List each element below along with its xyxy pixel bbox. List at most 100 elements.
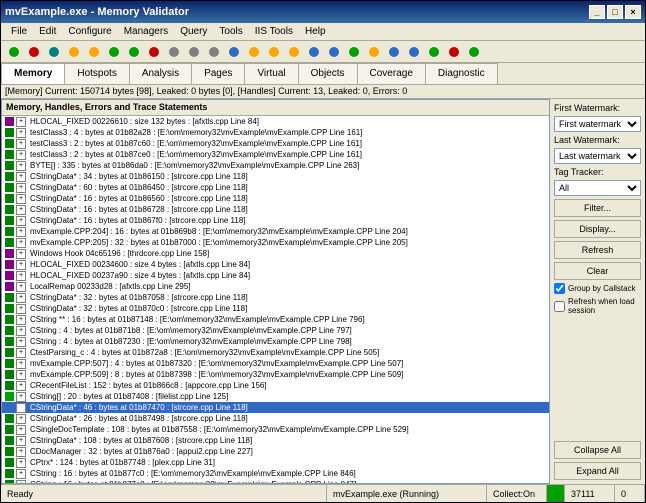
expand-icon[interactable]: + bbox=[16, 260, 26, 270]
menu-tools[interactable]: Tools bbox=[213, 24, 248, 39]
list-row[interactable]: +CString[] : 20 : bytes at 01b87408 : [f… bbox=[2, 391, 549, 402]
expand-icon[interactable]: + bbox=[16, 381, 26, 391]
tool2-icon[interactable] bbox=[185, 43, 203, 61]
list-row[interactable]: +HLOCAL_FIXED 00234600 : size 4 bytes : … bbox=[2, 259, 549, 270]
ok-icon[interactable] bbox=[345, 43, 363, 61]
expand-icon[interactable]: + bbox=[16, 249, 26, 259]
tab-objects[interactable]: Objects bbox=[298, 63, 358, 84]
refresh-load-checkbox[interactable]: Refresh when load session bbox=[554, 297, 641, 315]
list-row[interactable]: +CSingleDocTemplate : 108 : bytes at 01b… bbox=[2, 424, 549, 435]
expand-icon[interactable]: + bbox=[16, 436, 26, 446]
expand-icon[interactable]: + bbox=[16, 304, 26, 314]
list-row[interactable]: +testClass3 : 4 : bytes at 01b82a28 : [E… bbox=[2, 127, 549, 138]
list-row[interactable]: +CPtrx* : 124 : bytes at 01b87748 : [ple… bbox=[2, 457, 549, 468]
list-row[interactable]: +CString : 16 : bytes at 01b877a8 : [E:\… bbox=[2, 479, 549, 483]
expand-icon[interactable]: + bbox=[16, 128, 26, 138]
expand-icon[interactable]: + bbox=[16, 370, 26, 380]
list-row[interactable]: +CStringData* : 108 : bytes at 01b87608 … bbox=[2, 435, 549, 446]
menu-query[interactable]: Query bbox=[174, 24, 213, 39]
expand-icon[interactable]: + bbox=[16, 414, 26, 424]
expand-icon[interactable]: + bbox=[16, 238, 26, 248]
expand-all-button[interactable]: Expand All bbox=[554, 462, 641, 480]
menu-help[interactable]: Help bbox=[299, 24, 332, 39]
list-row[interactable]: +CStringData* : 16 : bytes at 01b867f0 :… bbox=[2, 215, 549, 226]
expand-icon[interactable]: + bbox=[16, 469, 26, 479]
list-row[interactable]: +mvExample.CPP:509] : 8 : bytes at 01b87… bbox=[2, 369, 549, 380]
refresh-icon[interactable] bbox=[45, 43, 63, 61]
tag2-icon[interactable] bbox=[265, 43, 283, 61]
filter-button[interactable]: Filter... bbox=[554, 199, 641, 217]
tab-memory[interactable]: Memory bbox=[1, 63, 65, 84]
clear-button[interactable]: Clear bbox=[554, 262, 641, 280]
expand-icon[interactable]: + bbox=[16, 480, 26, 484]
no-icon[interactable] bbox=[445, 43, 463, 61]
list-row[interactable]: +CStringData* : 32 : bytes at 01b87058 :… bbox=[2, 292, 549, 303]
expand-icon[interactable]: + bbox=[16, 458, 26, 468]
list-row[interactable]: +HLOCAL_FIXED 00237a90 : size 4 bytes : … bbox=[2, 270, 549, 281]
list-row[interactable]: +Windows Hook 04c65196 : [thrdcore.cpp L… bbox=[2, 248, 549, 259]
list-row[interactable]: +testClass3 : 2 : bytes at 01b87ce0 : [E… bbox=[2, 149, 549, 160]
expand-icon[interactable]: + bbox=[16, 117, 26, 127]
play-icon[interactable] bbox=[5, 43, 23, 61]
list-row[interactable]: +CString : 4 : bytes at 01b871b8 : [E:\o… bbox=[2, 325, 549, 336]
nav1-icon[interactable] bbox=[305, 43, 323, 61]
maximize-button[interactable]: □ bbox=[607, 5, 623, 19]
expand-icon[interactable]: + bbox=[16, 216, 26, 226]
collapse-all-button[interactable]: Collapse All bbox=[554, 441, 641, 459]
nav2-icon[interactable] bbox=[325, 43, 343, 61]
expand-icon[interactable]: + bbox=[16, 447, 26, 457]
list-body[interactable]: +HLOCAL_FIXED 00226610 : size 132 bytes … bbox=[2, 116, 549, 483]
expand-icon[interactable]: + bbox=[16, 150, 26, 160]
menu-edit[interactable]: Edit bbox=[33, 24, 62, 39]
expand-icon[interactable]: + bbox=[16, 194, 26, 204]
menu-managers[interactable]: Managers bbox=[118, 24, 174, 39]
list-row[interactable]: +CStringData* : 26 : bytes at 01b87498 :… bbox=[2, 413, 549, 424]
list-row[interactable]: +CString : 16 : bytes at 01b877c0 : [E:\… bbox=[2, 468, 549, 479]
list-row[interactable]: +CStringData* : 16 : bytes at 01b86728 :… bbox=[2, 204, 549, 215]
bookmark-icon[interactable] bbox=[225, 43, 243, 61]
expand-icon[interactable]: + bbox=[16, 183, 26, 193]
conn2-icon[interactable] bbox=[405, 43, 423, 61]
run-icon[interactable] bbox=[465, 43, 483, 61]
tab-analysis[interactable]: Analysis bbox=[129, 63, 192, 84]
list-row[interactable]: +mvExample.CPP:507] : 4 : bytes at 01b87… bbox=[2, 358, 549, 369]
list-row[interactable]: +CStringData* : 60 : bytes at 01b86450 :… bbox=[2, 182, 549, 193]
reload-icon[interactable] bbox=[125, 43, 143, 61]
last-watermark-select[interactable]: Last watermark bbox=[554, 148, 641, 164]
close-button[interactable]: × bbox=[625, 5, 641, 19]
expand-icon[interactable]: + bbox=[16, 425, 26, 435]
list-row[interactable]: +BYTE[] : 335 : bytes at 01b86da0 : [E:\… bbox=[2, 160, 549, 171]
list-row[interactable]: +CStringData* : 46 : bytes at 01b87470 :… bbox=[2, 402, 549, 413]
list-row[interactable]: +CRecentFileList : 152 : bytes at 01b866… bbox=[2, 380, 549, 391]
list-row[interactable]: +testClass3 : 2 : bytes at 01b87c60 : [E… bbox=[2, 138, 549, 149]
expand-icon[interactable]: + bbox=[16, 337, 26, 347]
tag-tracker-select[interactable]: All bbox=[554, 180, 641, 196]
list-row[interactable]: +CString : 4 : bytes at 01b87230 : [E:\o… bbox=[2, 336, 549, 347]
expand-icon[interactable]: + bbox=[16, 315, 26, 325]
expand-icon[interactable]: + bbox=[16, 227, 26, 237]
expand-icon[interactable]: + bbox=[16, 161, 26, 171]
first-watermark-select[interactable]: First watermark bbox=[554, 116, 641, 132]
left-icon[interactable] bbox=[65, 43, 83, 61]
tag3-icon[interactable] bbox=[285, 43, 303, 61]
expand-icon[interactable]: + bbox=[16, 359, 26, 369]
expand-icon[interactable]: + bbox=[16, 271, 26, 281]
expand-icon[interactable]: + bbox=[16, 205, 26, 215]
list-row[interactable]: +CStringData* : 16 : bytes at 01b86560 :… bbox=[2, 193, 549, 204]
expand-icon[interactable]: + bbox=[16, 293, 26, 303]
list-row[interactable]: +HLOCAL_FIXED 00226610 : size 132 bytes … bbox=[2, 116, 549, 127]
tab-pages[interactable]: Pages bbox=[191, 63, 245, 84]
conn1-icon[interactable] bbox=[385, 43, 403, 61]
list-row[interactable]: +CString ** : 16 : bytes at 01b87148 : [… bbox=[2, 314, 549, 325]
expand-icon[interactable]: + bbox=[16, 139, 26, 149]
halt-icon[interactable] bbox=[145, 43, 163, 61]
list-row[interactable]: +mvExample.CPP:205] : 32 : bytes at 01b8… bbox=[2, 237, 549, 248]
tag1-icon[interactable] bbox=[245, 43, 263, 61]
yes-icon[interactable] bbox=[425, 43, 443, 61]
minimize-button[interactable]: _ bbox=[589, 5, 605, 19]
warn-icon[interactable] bbox=[365, 43, 383, 61]
expand-icon[interactable]: + bbox=[16, 326, 26, 336]
tab-hotspots[interactable]: Hotspots bbox=[64, 63, 129, 84]
list-row[interactable]: +CStringData* : 34 : bytes at 01b86150 :… bbox=[2, 171, 549, 182]
menu-configure[interactable]: Configure bbox=[62, 24, 117, 39]
